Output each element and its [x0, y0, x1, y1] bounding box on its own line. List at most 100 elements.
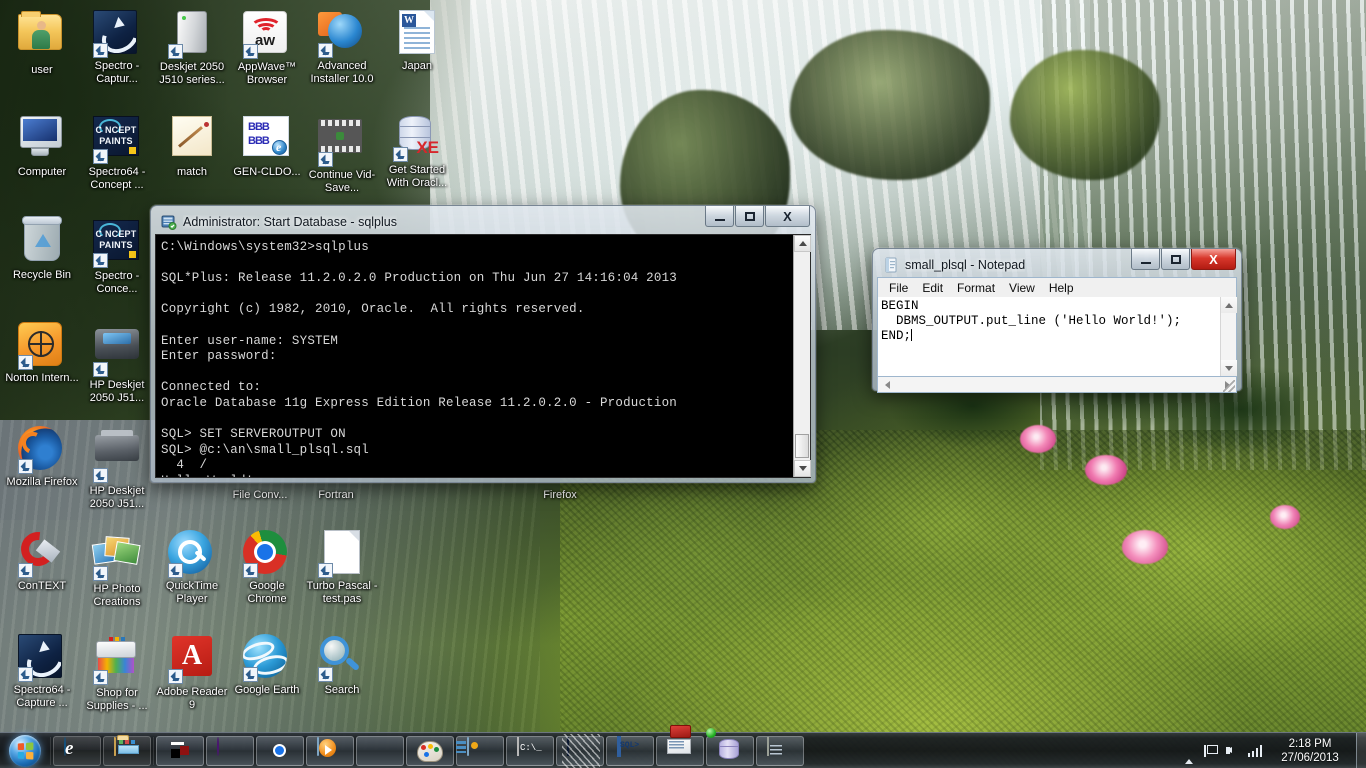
- desktop[interactable]: user Spectro - Captur... Deskjet 2050 J510…: [0, 0, 1366, 768]
- taskbar-button-windows-media-player[interactable]: [306, 735, 354, 766]
- volume-button[interactable]: [1222, 733, 1244, 768]
- notepad-menu-file[interactable]: File: [882, 279, 915, 297]
- console-window-buttons: X: [704, 206, 810, 227]
- desktop-icon[interactable]: HP Deskjet 2050 J51...: [79, 424, 155, 510]
- internet-explorer-icon: [64, 736, 90, 764]
- taskbar-button-text-editor[interactable]: [156, 735, 204, 766]
- desktop-icon[interactable]: XE Get Started With Oracl...: [379, 112, 455, 189]
- console-minimize-button[interactable]: [705, 206, 734, 227]
- notepad-window[interactable]: small_plsql - Notepad X File Edit Format Vi…: [872, 248, 1242, 393]
- desktop-icon[interactable]: Adobe Reader 9: [154, 632, 230, 711]
- action-center-button[interactable]: [1200, 733, 1222, 768]
- chevron-up-icon: [1185, 742, 1193, 760]
- clock-date: 27/06/2013: [1281, 751, 1339, 764]
- notepad-scroll-up-button[interactable]: [1221, 297, 1237, 313]
- desktop-icon[interactable]: Spectro64 - Capture ...: [4, 632, 80, 709]
- desktop-icon[interactable]: W Japan: [379, 8, 455, 73]
- desktop-icon[interactable]: Google Earth: [229, 632, 305, 697]
- desktop-icon[interactable]: Google Chrome: [229, 528, 305, 605]
- notepad-text-content[interactable]: BEGIN DBMS_OUTPUT.put_line ('Hello World…: [878, 297, 1220, 376]
- notepad-maximize-button[interactable]: [1161, 249, 1190, 270]
- desktop-icon[interactable]: ConTEXT: [4, 525, 80, 593]
- taskbar-button-notepad[interactable]: [756, 735, 804, 766]
- desktop-icon[interactable]: Norton Intern...: [4, 320, 80, 385]
- console-scroll-thumb[interactable]: [795, 434, 809, 458]
- taskbar-button-oracle-database[interactable]: [706, 727, 754, 766]
- taskbar-button-sqlplus[interactable]: [606, 735, 654, 766]
- desktop-icon[interactable]: Deskjet 2050 J510 series...: [154, 8, 230, 86]
- norton-icon: [18, 322, 66, 370]
- desktop-icon[interactable]: Search: [304, 632, 380, 697]
- console-titlebar[interactable]: Administrator: Start Database - sqlplus …: [155, 206, 811, 234]
- console-scroll-up-button[interactable]: [794, 235, 811, 252]
- windows-media-player-icon: [317, 736, 343, 764]
- taskbar-button-internet-explorer[interactable]: [53, 735, 101, 766]
- desktop-icon-label: ConTEXT: [17, 580, 67, 592]
- taskbar-button-blue-app[interactable]: [556, 735, 604, 766]
- desktop-icon[interactable]: HP Photo Creations: [79, 528, 155, 608]
- desktop-icon[interactable]: Spectro - Captur...: [79, 8, 155, 85]
- clock[interactable]: 2:18 PM 27/06/2013: [1266, 733, 1354, 768]
- desktop-icon[interactable]: Shop for Supplies - ...: [79, 632, 155, 712]
- console-maximize-button[interactable]: [735, 206, 764, 227]
- taskbar-button-command-prompt[interactable]: C:\_: [506, 735, 554, 766]
- wallpaper-flower: [1122, 530, 1168, 564]
- notepad-vertical-scrollbar[interactable]: [1220, 297, 1237, 376]
- notepad-menubar[interactable]: File Edit Format View Help: [877, 277, 1237, 297]
- start-button[interactable]: [1, 734, 49, 768]
- notepad-scroll-left-button[interactable]: [879, 378, 895, 392]
- desktop-icon[interactable]: aw AppWave™ Browser: [229, 8, 305, 86]
- network-button[interactable]: [1244, 733, 1266, 768]
- notepad-menu-view[interactable]: View: [1002, 279, 1042, 297]
- taskbar-button-google-chrome[interactable]: [256, 735, 304, 766]
- desktop-icon[interactable]: Computer: [4, 112, 80, 179]
- notepad-minimize-button[interactable]: [1131, 249, 1160, 270]
- console-scroll-down-button[interactable]: [794, 460, 811, 477]
- taskbar-divider: [153, 736, 154, 765]
- taskbar[interactable]: C:\_ 2:18 PM 27/06/2013: [0, 727, 1366, 768]
- taskbar-button-toolbox-app[interactable]: [656, 735, 704, 766]
- desktop-icon[interactable]: C NCEPT PAINTS Spectro - Conce...: [79, 216, 155, 295]
- desktop-icon-label: Turbo Pascal - test.pas: [306, 580, 378, 605]
- notepad-menu-help[interactable]: Help: [1042, 279, 1081, 297]
- concept-icon: C NCEPT PAINTS: [93, 220, 141, 268]
- desktop-icon[interactable]: BBBBBB GEN-CLDO...: [229, 112, 305, 179]
- notepad-titlebar[interactable]: small_plsql - Notepad X: [877, 249, 1237, 277]
- toolbox-app-icon: [667, 738, 693, 764]
- taskbar-button-mozilla-firefox[interactable]: [356, 735, 404, 766]
- console-close-button[interactable]: X: [765, 206, 810, 227]
- taskbar-button-purple-app[interactable]: [206, 735, 254, 766]
- notepad-horizontal-scrollbar[interactable]: [877, 377, 1237, 393]
- desktop-icon[interactable]: match: [154, 112, 230, 179]
- console-vertical-scrollbar[interactable]: [793, 235, 811, 477]
- show-desktop-button[interactable]: [1356, 732, 1366, 768]
- shortcut-arrow-icon: [243, 563, 258, 578]
- gearth-icon: [243, 634, 291, 682]
- command-prompt-icon: C:\_: [517, 736, 543, 764]
- desktop-icon[interactable]: Recycle Bin: [4, 216, 80, 282]
- desktop-icon[interactable]: QuickTime Player: [154, 528, 230, 605]
- desktop-icon[interactable]: Advanced Installer 10.0: [304, 8, 380, 85]
- sqlplus-console-window[interactable]: Administrator: Start Database - sqlplus …: [150, 205, 816, 483]
- show-hidden-icons-button[interactable]: [1178, 733, 1200, 768]
- desktop-icon[interactable]: HP Deskjet 2050 J51...: [79, 320, 155, 404]
- desktop-icon[interactable]: user: [4, 8, 80, 77]
- console-output-text: C:\Windows\system32>sqlplus SQL*Plus: Re…: [161, 240, 677, 477]
- notepad-close-button[interactable]: X: [1191, 249, 1236, 270]
- console-client-area[interactable]: C:\Windows\system32>sqlplus SQL*Plus: Re…: [155, 234, 811, 478]
- desktop-icon[interactable]: Mozilla Firefox: [4, 424, 80, 489]
- system-tray[interactable]: 2:18 PM 27/06/2013: [1178, 732, 1366, 768]
- notepad-menu-edit[interactable]: Edit: [915, 279, 950, 297]
- taskbar-button-paint[interactable]: [406, 735, 454, 766]
- taskbar-button-windows-explorer[interactable]: [103, 735, 151, 766]
- taskbar-button-control-panel[interactable]: [456, 735, 504, 766]
- desktop-icon[interactable]: C NCEPT PAINTS Spectro64 - Concept ...: [79, 112, 155, 191]
- desktop-icon[interactable]: Turbo Pascal - test.pas: [304, 528, 380, 605]
- desktop-icon-label: Spectro64 - Capture ...: [13, 684, 71, 709]
- notepad-scroll-down-button[interactable]: [1221, 360, 1237, 376]
- shortcut-arrow-icon: [168, 669, 183, 684]
- desktop-icon[interactable]: Continue Vid-Save...: [304, 112, 380, 194]
- notepad-text-area[interactable]: BEGIN DBMS_OUTPUT.put_line ('Hello World…: [877, 297, 1237, 377]
- notepad-resize-grip[interactable]: [1223, 380, 1235, 392]
- notepad-menu-format[interactable]: Format: [950, 279, 1002, 297]
